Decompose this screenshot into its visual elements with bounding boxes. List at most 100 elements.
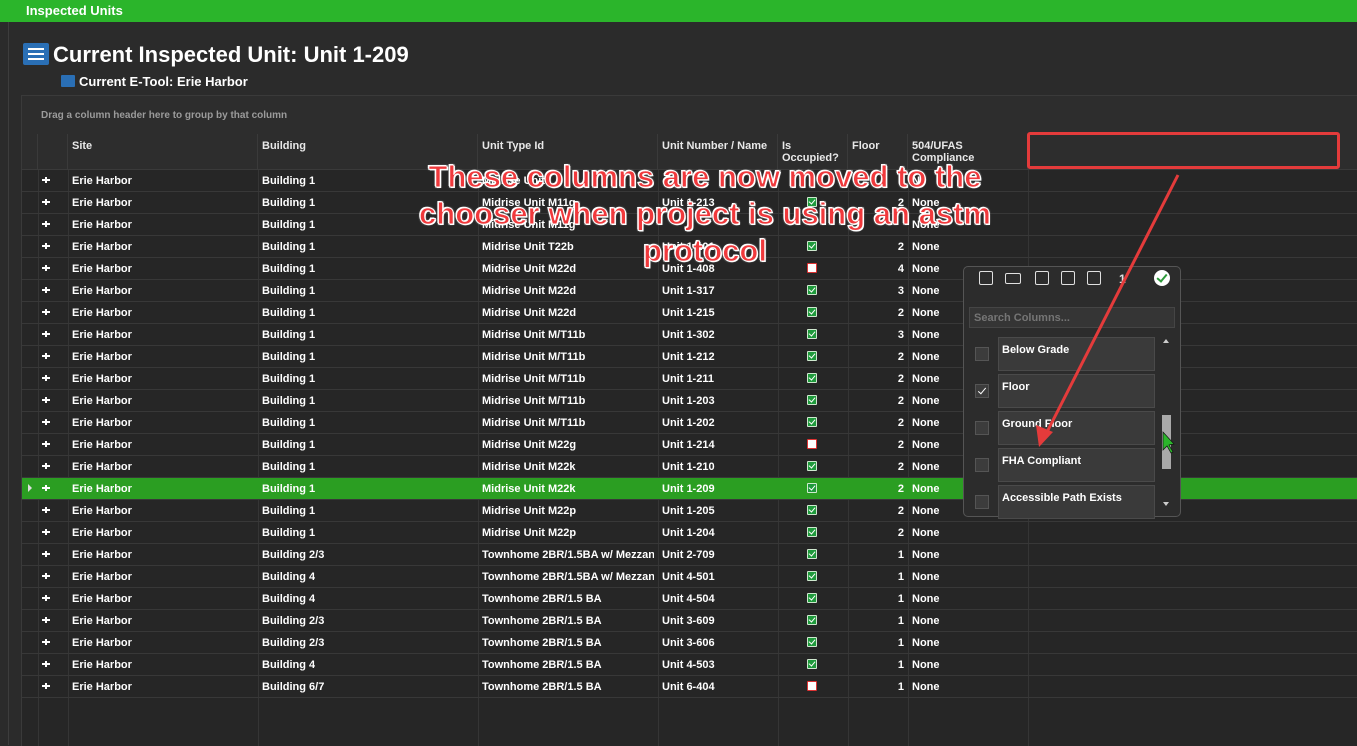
occupied-checkbox[interactable] bbox=[807, 285, 817, 295]
chooser-column-item[interactable]: Floor bbox=[998, 374, 1155, 408]
chooser-column-item[interactable]: Below Grade bbox=[998, 337, 1155, 371]
pin-icon[interactable] bbox=[42, 551, 50, 557]
cell-floor: 3 bbox=[897, 285, 904, 297]
select-pointer-icon[interactable] bbox=[1035, 271, 1049, 285]
scroll-down-icon[interactable] bbox=[1163, 502, 1169, 506]
occupied-checkbox[interactable] bbox=[807, 351, 817, 361]
add-column-icon[interactable] bbox=[979, 271, 993, 285]
group-by-panel[interactable]: Drag a column header here to group by th… bbox=[22, 96, 1357, 135]
table-row[interactable]: Erie Harbor Building 6/7 Townhome 2BR/1.5 … bbox=[22, 676, 1357, 698]
column-visible-checkbox[interactable] bbox=[975, 421, 989, 435]
pin-icon[interactable] bbox=[42, 243, 50, 249]
cell-floor: 1 bbox=[897, 681, 904, 693]
pin-icon[interactable] bbox=[42, 683, 50, 689]
chooser-column-item[interactable]: Ground Floor bbox=[998, 411, 1155, 445]
row-indicator-icon bbox=[28, 484, 32, 492]
pin-icon[interactable] bbox=[42, 309, 50, 315]
cell-building: Building 1 bbox=[262, 175, 316, 187]
occupied-checkbox[interactable] bbox=[807, 659, 817, 669]
occupied-checkbox[interactable] bbox=[807, 593, 817, 603]
column-visible-checkbox[interactable] bbox=[975, 384, 989, 398]
cell-unit-type: Townhome 2BR/1.5BA w/ Mezzan... bbox=[482, 549, 654, 561]
column-chooser-panel: 1 Below Grade Floor Ground Floor FHA Compli… bbox=[963, 266, 1181, 519]
scroll-up-icon[interactable] bbox=[1163, 339, 1169, 343]
pin-icon[interactable] bbox=[42, 199, 50, 205]
cell-unit: Unit 1-211 bbox=[662, 373, 714, 385]
cell-compliance: None bbox=[912, 439, 940, 451]
pin-icon[interactable] bbox=[42, 353, 50, 359]
chooser-column-item[interactable]: FHA Compliant bbox=[998, 448, 1155, 482]
frame-icon[interactable] bbox=[1061, 271, 1075, 285]
pin-icon[interactable] bbox=[42, 639, 50, 645]
pin-icon[interactable] bbox=[42, 397, 50, 403]
current-etool-label: Current E-Tool: Erie Harbor bbox=[79, 74, 248, 89]
cell-floor: 1 bbox=[897, 637, 904, 649]
table-row[interactable]: Erie Harbor Building 1 Midrise Unit M22p Un… bbox=[22, 522, 1357, 544]
notification-counter[interactable]: 1 bbox=[1119, 272, 1126, 286]
pin-icon[interactable] bbox=[42, 661, 50, 667]
cell-compliance: None bbox=[912, 615, 940, 627]
table-row[interactable]: Erie Harbor Building 2/3 Townhome 2BR/1.5 … bbox=[22, 632, 1357, 654]
table-row[interactable]: Erie Harbor Building 4 Townhome 2BR/1.5 BA… bbox=[22, 654, 1357, 676]
cell-site: Erie Harbor bbox=[72, 373, 132, 385]
cell-floor: 1 bbox=[897, 615, 904, 627]
video-icon[interactable] bbox=[1005, 273, 1021, 284]
column-visible-checkbox[interactable] bbox=[975, 347, 989, 361]
cell-building: Building 1 bbox=[262, 219, 316, 231]
occupied-checkbox[interactable] bbox=[807, 571, 817, 581]
table-row[interactable]: Erie Harbor Building 2/3 Townhome 2BR/1.5B… bbox=[22, 544, 1357, 566]
occupied-checkbox[interactable] bbox=[807, 505, 817, 515]
occupied-checkbox[interactable] bbox=[807, 615, 817, 625]
pin-icon[interactable] bbox=[42, 507, 50, 513]
screen-share-icon[interactable] bbox=[1087, 271, 1101, 285]
chooser-scrollbar[interactable] bbox=[1161, 337, 1172, 511]
occupied-checkbox[interactable] bbox=[807, 417, 817, 427]
column-header-site[interactable]: Site bbox=[68, 134, 258, 170]
table-row[interactable]: Erie Harbor Building 4 Townhome 2BR/1.5 BA… bbox=[22, 588, 1357, 610]
pin-icon[interactable] bbox=[42, 331, 50, 337]
cell-unit: Unit 1-202 bbox=[662, 417, 715, 429]
pin-icon[interactable] bbox=[42, 573, 50, 579]
pin-icon[interactable] bbox=[42, 287, 50, 293]
occupied-checkbox[interactable] bbox=[807, 373, 817, 383]
pin-icon[interactable] bbox=[42, 419, 50, 425]
cell-unit: Unit 4-501 bbox=[662, 571, 715, 583]
occupied-checkbox[interactable] bbox=[807, 637, 817, 647]
chooser-column-label: Accessible Path Exists bbox=[1002, 492, 1122, 504]
occupied-checkbox[interactable] bbox=[807, 329, 817, 339]
pin-icon[interactable] bbox=[42, 529, 50, 535]
confirm-check-icon[interactable] bbox=[1154, 270, 1170, 286]
cell-compliance: None bbox=[912, 285, 940, 297]
column-visible-checkbox[interactable] bbox=[975, 458, 989, 472]
pin-icon[interactable] bbox=[42, 617, 50, 623]
occupied-checkbox[interactable] bbox=[807, 439, 817, 449]
occupied-checkbox[interactable] bbox=[807, 681, 817, 691]
table-row[interactable]: Erie Harbor Building 4 Townhome 2BR/1.5BA … bbox=[22, 566, 1357, 588]
pin-icon[interactable] bbox=[42, 463, 50, 469]
window-titlebar: Inspected Units bbox=[0, 0, 1357, 22]
pin-icon[interactable] bbox=[42, 375, 50, 381]
pin-icon[interactable] bbox=[42, 595, 50, 601]
pin-icon[interactable] bbox=[42, 441, 50, 447]
cell-building: Building 1 bbox=[262, 329, 316, 341]
table-row[interactable]: Erie Harbor Building 2/3 Townhome 2BR/1.5 … bbox=[22, 610, 1357, 632]
cell-compliance: None bbox=[912, 483, 940, 495]
occupied-checkbox[interactable] bbox=[807, 307, 817, 317]
scroll-thumb[interactable] bbox=[1162, 415, 1171, 469]
occupied-checkbox[interactable] bbox=[807, 483, 817, 493]
cell-unit: Unit 2-709 bbox=[662, 549, 715, 561]
cell-unit-type: Midrise Unit M22d bbox=[482, 285, 577, 297]
chooser-column-item[interactable]: Accessible Path Exists bbox=[998, 485, 1155, 519]
column-visible-checkbox[interactable] bbox=[975, 495, 989, 509]
pin-header bbox=[38, 134, 68, 170]
occupied-checkbox[interactable] bbox=[807, 527, 817, 537]
pin-icon[interactable] bbox=[42, 221, 50, 227]
pin-icon[interactable] bbox=[42, 485, 50, 491]
pin-icon[interactable] bbox=[42, 265, 50, 271]
occupied-checkbox[interactable] bbox=[807, 395, 817, 405]
occupied-checkbox[interactable] bbox=[807, 549, 817, 559]
pin-icon[interactable] bbox=[42, 177, 50, 183]
occupied-checkbox[interactable] bbox=[807, 461, 817, 471]
search-columns-input[interactable] bbox=[969, 307, 1175, 328]
cell-unit-type: Midrise Unit M/T11b bbox=[482, 351, 586, 363]
